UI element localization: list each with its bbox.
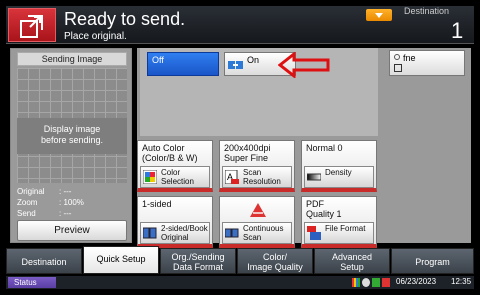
info-label: Zoom	[17, 198, 38, 207]
info-label: Original	[17, 187, 45, 196]
scan-resolution-button[interactable]: A Scan Resolution	[222, 166, 292, 188]
tile-value: PDF Quality 1	[306, 199, 342, 219]
off-button[interactable]: Off	[147, 52, 219, 76]
color-selection-tile[interactable]: Auto Color (Color/B & W) Color Selection	[137, 140, 213, 192]
tab-advanced-setup[interactable]: Advanced Setup	[314, 248, 390, 274]
scan-resolution-icon: A	[225, 170, 239, 184]
tile-value: 1-sided	[142, 199, 172, 209]
tab-org-sending-data-format[interactable]: Org./Sending Data Format	[160, 248, 236, 274]
destination-label: Destination	[404, 6, 450, 16]
tile-button-label: Scan Resolution	[243, 168, 281, 186]
info-original: Original : ---	[17, 187, 71, 196]
preview-panel: Sending Image Display image before sendi…	[10, 48, 132, 243]
header-bar: Ready to send. Place original. Destinati…	[6, 6, 474, 44]
network-icon	[362, 278, 370, 287]
color-selection-button[interactable]: Color Selection	[140, 166, 210, 188]
file-format-button[interactable]: File Format	[304, 222, 374, 244]
status-subtitle: Place original.	[64, 31, 127, 42]
status-time: 12:35	[451, 277, 472, 286]
file-format-tile[interactable]: PDF Quality 1 File Format	[301, 196, 377, 248]
destination-count: 1	[451, 18, 464, 43]
tile-button-label: Color Selection	[161, 168, 194, 186]
status-indicator-icons	[352, 278, 392, 287]
function-tabs: Destination Quick Setup Org./Sending Data…	[6, 246, 474, 274]
sending-image-label: Sending Image	[17, 52, 127, 66]
preview-message-line1: Display image	[43, 124, 101, 134]
send-mode-icon	[8, 8, 56, 42]
density-tile[interactable]: Normal 0 Density	[301, 140, 377, 192]
tile-button-label: Density	[325, 168, 352, 177]
toner-level-icon	[352, 278, 360, 287]
status-button[interactable]: Status	[8, 277, 56, 288]
red-arrow-annotation	[278, 52, 330, 78]
fine-button[interactable]: fne	[389, 50, 465, 76]
fine-button-label: fne	[403, 53, 416, 63]
preview-placeholder-message: Display image before sending.	[17, 118, 127, 154]
warning-triangle-icon	[250, 203, 266, 217]
duplex-original-icon	[143, 227, 157, 239]
info-value: : ---	[59, 187, 72, 196]
file-format-icon	[307, 226, 321, 240]
info-value: : 100%	[59, 198, 84, 207]
preview-message-line2: before sending.	[40, 135, 104, 145]
info-zoom: Zoom : 100%	[17, 198, 84, 207]
info-value: : ---	[59, 209, 72, 218]
duplex-original-button[interactable]: 2-sided/Book Original	[140, 222, 210, 244]
document-icon	[394, 64, 402, 72]
tile-value: 200x400dpi Super Fine	[224, 143, 271, 163]
scan-resolution-tile[interactable]: 200x400dpi Super Fine A Scan Resolution	[219, 140, 295, 192]
tile-button-label: 2-sided/Book Original	[161, 224, 208, 242]
info-send: Send : ---	[17, 209, 71, 218]
toggle-option-area: Off On	[140, 48, 378, 136]
preview-button[interactable]: Preview	[17, 220, 127, 241]
preview-image-area: Display image before sending.	[17, 68, 127, 183]
continuous-scan-icon	[225, 228, 239, 238]
density-button[interactable]: Density	[304, 166, 374, 188]
info-label: Send	[17, 209, 36, 218]
tab-destination[interactable]: Destination	[6, 248, 82, 274]
status-title: Ready to send.	[64, 9, 186, 29]
tab-program[interactable]: Program	[391, 248, 474, 274]
tile-button-label: File Format	[325, 224, 366, 233]
link-icon	[228, 61, 243, 69]
duplex-original-tile[interactable]: 1-sided 2-sided/Book Original	[137, 196, 213, 248]
usb-icon	[372, 278, 380, 287]
settings-panel: Off On fne Auto Color (Color/B & W) Colo…	[137, 48, 471, 248]
radio-icon	[394, 54, 400, 60]
tab-color-image-quality[interactable]: Color/Image Quality	[237, 248, 313, 274]
status-bar: Status 06/23/2023 12:35	[6, 276, 474, 289]
tile-value: Auto Color (Color/B & W)	[142, 143, 198, 163]
density-icon	[307, 173, 321, 181]
continuous-scan-button[interactable]: Continuous Scan	[222, 222, 292, 244]
continuous-scan-tile[interactable]: Continuous Scan	[219, 196, 295, 248]
status-date: 06/23/2023	[396, 277, 437, 286]
paper-icon	[382, 278, 390, 287]
tab-quick-setup[interactable]: Quick Setup	[83, 246, 159, 274]
color-selection-icon	[143, 170, 157, 184]
destination-dropdown-button[interactable]	[366, 9, 392, 21]
on-button-label: On	[247, 55, 260, 65]
tile-value: Normal 0	[306, 143, 343, 153]
tile-button-label: Continuous Scan	[243, 224, 284, 242]
screen-frame: Ready to send. Place original. Destinati…	[0, 0, 480, 295]
